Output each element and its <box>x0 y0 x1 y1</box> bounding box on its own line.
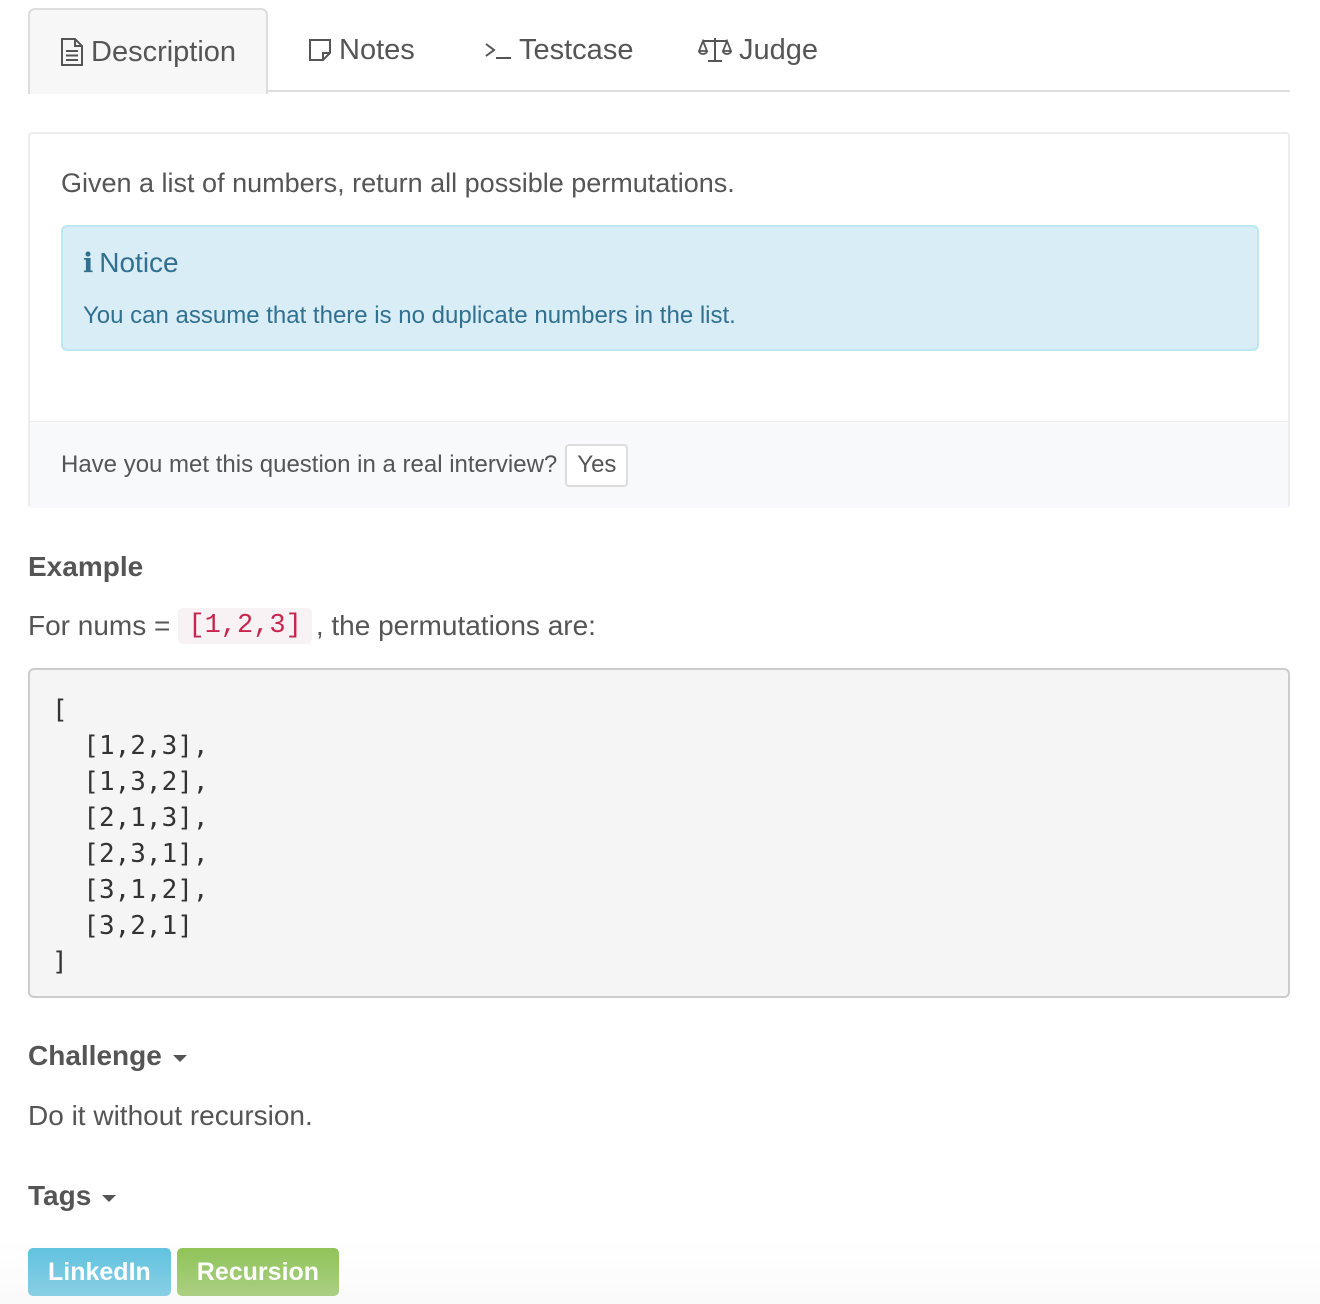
example-output-code: [ [1,2,3], [1,3,2], [2,1,3], [2,3,1], [3… <box>28 668 1290 998</box>
tab-description-label: Description <box>91 35 237 68</box>
note-icon <box>308 38 332 62</box>
challenge-text: Do it without recursion. <box>28 1100 313 1131</box>
scale-icon <box>698 36 732 64</box>
tag-linkedin[interactable]: LinkedIn <box>28 1248 171 1296</box>
challenge-heading-label: Challenge <box>28 1040 162 1071</box>
example-heading: Example <box>28 551 144 582</box>
tags-list: LinkedIn Recursion <box>28 1248 345 1296</box>
caret-down-icon[interactable] <box>102 1194 117 1202</box>
tab-testcase[interactable]: Testcase <box>484 8 633 92</box>
notice-title-label: Notice <box>99 247 179 278</box>
info-icon: i <box>83 247 94 279</box>
problem-description: Given a list of numbers, return all poss… <box>61 168 735 198</box>
tab-testcase-label: Testcase <box>519 33 634 66</box>
challenge-heading[interactable]: Challenge <box>28 1040 187 1072</box>
document-icon <box>60 38 84 66</box>
problem-panel: Given a list of numbers, return all poss… <box>28 132 1290 508</box>
tag-recursion[interactable]: Recursion <box>176 1248 340 1296</box>
tab-judge-label: Judge <box>739 33 819 66</box>
notice-text: You can assume that there is no duplicat… <box>83 302 736 329</box>
interview-question: Have you met this question in a real int… <box>61 451 558 478</box>
tab-bar: Description Notes Testcase Judge <box>28 8 1290 94</box>
tab-notes[interactable]: Notes <box>308 8 415 92</box>
example-prefix: For nums = <box>28 610 171 641</box>
tab-notes-label: Notes <box>339 33 415 66</box>
notice-title: i Notice <box>83 247 179 279</box>
tab-description[interactable]: Description <box>28 8 269 94</box>
tab-judge[interactable]: Judge <box>698 8 818 92</box>
caret-down-icon[interactable] <box>172 1054 187 1062</box>
tags-heading-label: Tags <box>28 1180 92 1211</box>
interview-footer: Have you met this question in a real int… <box>30 421 1288 508</box>
example-line: For nums = [1,2,3] , the permutations ar… <box>28 608 596 644</box>
terminal-icon <box>484 39 512 61</box>
notice-box: i Notice You can assume that there is no… <box>61 225 1259 351</box>
nums-code: [1,2,3] <box>178 608 312 644</box>
example-suffix: , the permutations are: <box>315 610 596 641</box>
tags-heading[interactable]: Tags <box>28 1180 117 1212</box>
yes-button[interactable]: Yes <box>565 443 629 487</box>
